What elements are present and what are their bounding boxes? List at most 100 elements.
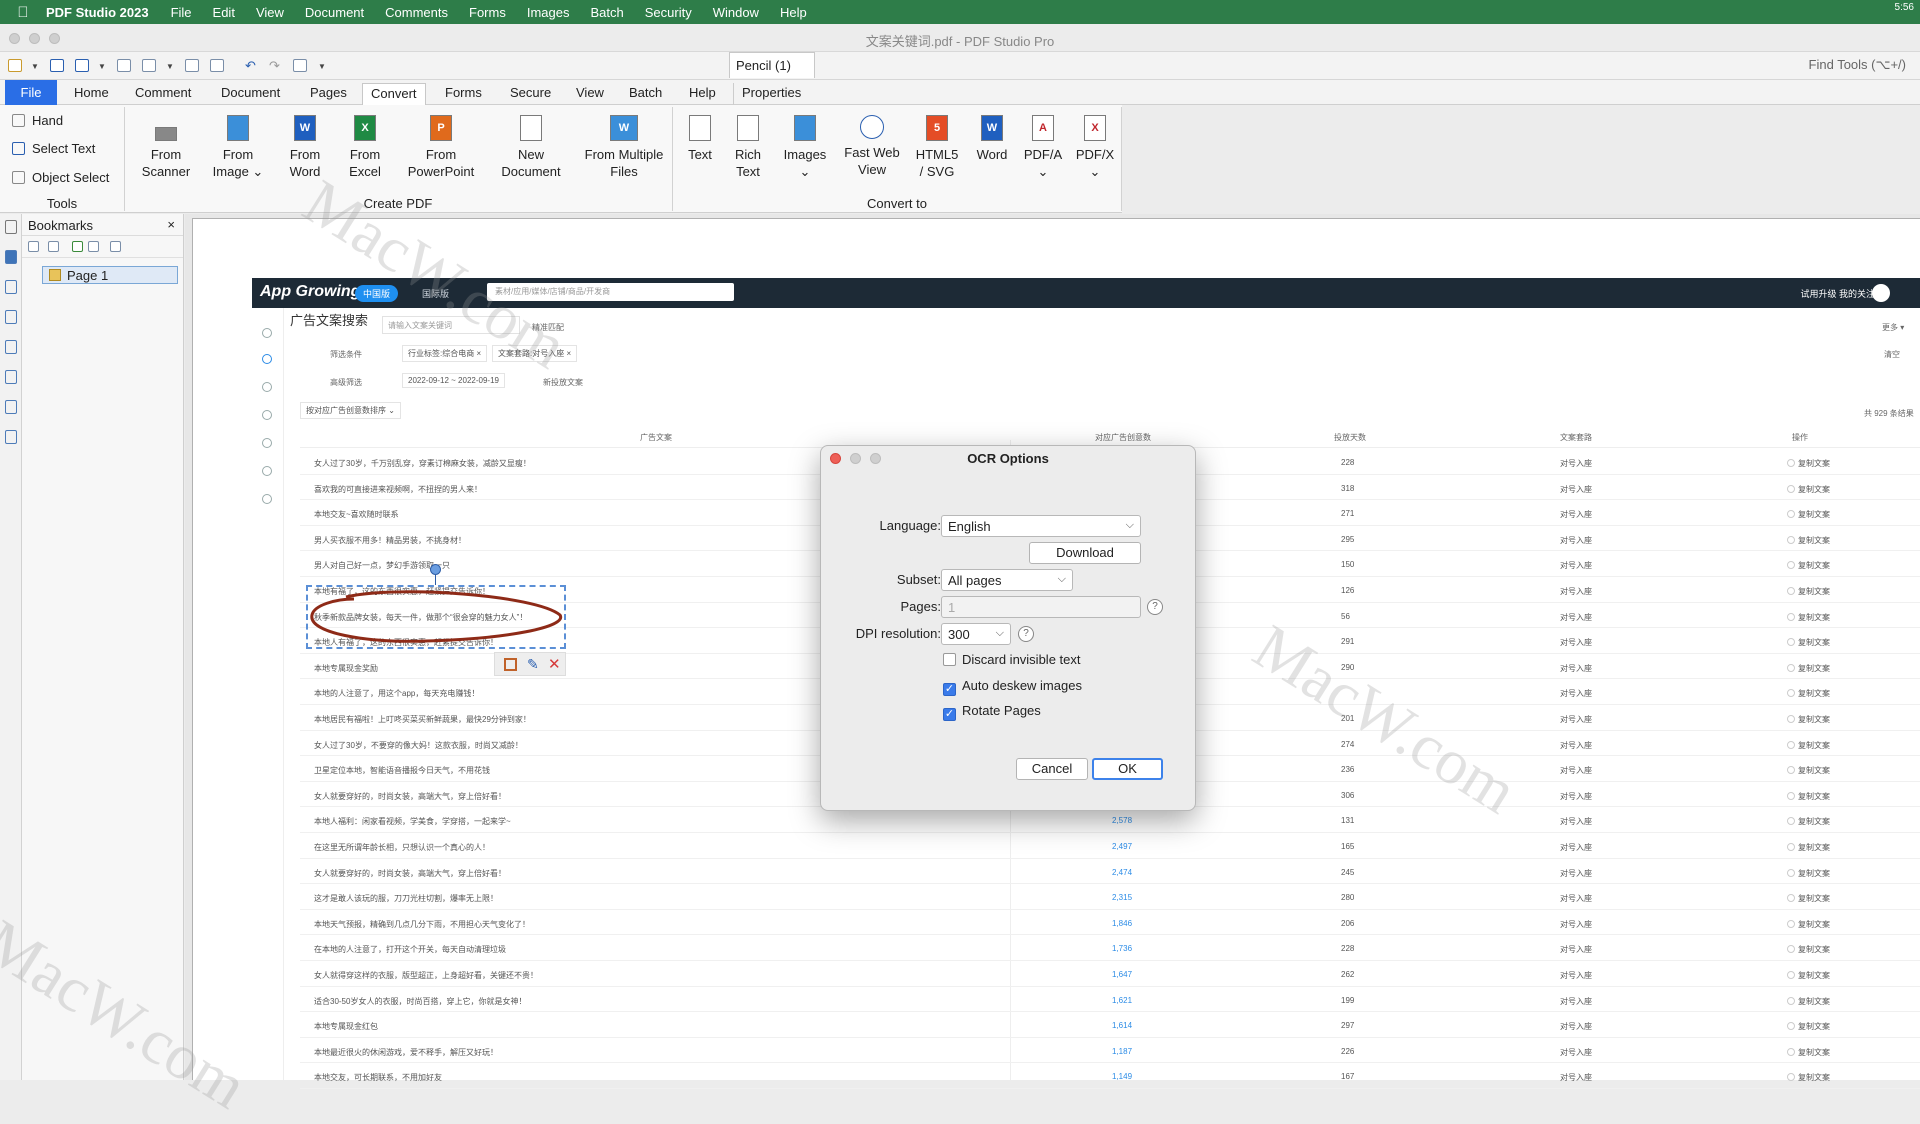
copy-button[interactable]: 复制文案 bbox=[1787, 893, 1830, 904]
from-scanner-button[interactable]: From Scanner bbox=[136, 115, 196, 180]
menu-forms[interactable]: Forms bbox=[469, 5, 506, 20]
add-bookmark-icon[interactable] bbox=[72, 241, 83, 252]
email-icon[interactable] bbox=[210, 59, 224, 72]
copy-button[interactable]: 复制文案 bbox=[1787, 663, 1830, 674]
open-icon[interactable] bbox=[8, 59, 22, 72]
copy-button[interactable]: 复制文案 bbox=[1787, 637, 1830, 648]
from-powerpoint-button[interactable]: P From PowerPoint bbox=[402, 115, 480, 180]
apple-menu-icon[interactable]:  bbox=[0, 4, 46, 21]
copy-button[interactable]: 复制文案 bbox=[1787, 714, 1830, 725]
style-icon[interactable] bbox=[504, 658, 517, 671]
comments-panel-icon[interactable] bbox=[5, 370, 17, 384]
dpi-select[interactable]: 300 ⌵ bbox=[941, 623, 1011, 645]
save-as-icon[interactable] bbox=[75, 59, 89, 72]
save-icon[interactable] bbox=[50, 59, 64, 72]
convert-images-button[interactable]: Images ⌄ bbox=[780, 115, 830, 180]
find-tools-search[interactable]: Find Tools (⌥+/) bbox=[1809, 57, 1906, 73]
from-excel-button[interactable]: X From Excel bbox=[340, 115, 390, 180]
chevron-down-icon[interactable]: ▼ bbox=[98, 62, 106, 71]
copy-button[interactable]: 复制文案 bbox=[1787, 1021, 1830, 1032]
menu-images[interactable]: Images bbox=[527, 5, 570, 20]
menu-file[interactable]: File bbox=[171, 5, 192, 20]
redo-icon[interactable]: ↷ bbox=[269, 58, 280, 74]
menu-document[interactable]: Document bbox=[305, 5, 364, 20]
bookmark-item-page-1[interactable]: Page 1 bbox=[42, 266, 178, 284]
chevron-down-icon[interactable]: ▼ bbox=[166, 62, 174, 71]
tab-home[interactable]: Home bbox=[66, 83, 117, 105]
attachments-panel-icon[interactable] bbox=[5, 310, 17, 324]
copy-button[interactable]: 复制文案 bbox=[1787, 740, 1830, 751]
help-icon[interactable]: ? bbox=[1147, 599, 1163, 615]
convert-rich-text-button[interactable]: Rich Text bbox=[728, 115, 768, 180]
tab-secure[interactable]: Secure bbox=[502, 83, 559, 105]
download-button[interactable]: Download bbox=[1029, 542, 1141, 564]
menu-help[interactable]: Help bbox=[780, 5, 807, 20]
copy-button[interactable]: 复制文案 bbox=[1787, 612, 1830, 623]
expand-all-icon[interactable] bbox=[28, 241, 39, 252]
rotate-handle[interactable] bbox=[430, 564, 441, 575]
from-multiple-files-button[interactable]: W From Multiple Files bbox=[578, 115, 670, 180]
checkbox-box[interactable]: ✓ bbox=[943, 708, 956, 721]
fields-panel-icon[interactable] bbox=[5, 400, 17, 414]
copy-button[interactable]: 复制文案 bbox=[1787, 944, 1830, 955]
menu-edit[interactable]: Edit bbox=[213, 5, 235, 20]
tab-document[interactable]: Document bbox=[213, 83, 288, 105]
copy-button[interactable]: 复制文案 bbox=[1787, 560, 1830, 571]
tags-panel-icon[interactable] bbox=[5, 430, 17, 444]
pages-panel-icon[interactable] bbox=[5, 220, 17, 234]
tab-comment[interactable]: Comment bbox=[127, 83, 199, 105]
from-image-button[interactable]: From Image ⌄ bbox=[208, 115, 268, 180]
tab-help[interactable]: Help bbox=[681, 83, 724, 105]
chevron-down-icon[interactable]: ▼ bbox=[31, 62, 39, 71]
copy-button[interactable]: 复制文案 bbox=[1787, 868, 1830, 879]
cancel-button[interactable]: Cancel bbox=[1016, 758, 1088, 780]
ok-button[interactable]: OK bbox=[1092, 758, 1163, 780]
delete-icon[interactable] bbox=[88, 241, 99, 252]
delete-icon[interactable]: ✕ bbox=[548, 655, 561, 673]
collapse-all-icon[interactable] bbox=[48, 241, 59, 252]
tab-properties[interactable]: Properties bbox=[733, 83, 809, 105]
help-icon[interactable]: ? bbox=[1018, 626, 1034, 642]
discard-invisible-text-checkbox[interactable]: Discard invisible text bbox=[943, 652, 1081, 667]
copy-button[interactable]: 复制文案 bbox=[1787, 919, 1830, 930]
tab-file[interactable]: File bbox=[5, 80, 57, 105]
hand-tool[interactable]: Hand bbox=[12, 113, 63, 128]
menu-window[interactable]: Window bbox=[713, 5, 759, 20]
auto-deskew-checkbox[interactable]: ✓ Auto deskew images bbox=[943, 678, 1082, 696]
menu-comments[interactable]: Comments bbox=[385, 5, 448, 20]
checkbox-box[interactable] bbox=[943, 653, 956, 666]
edit-icon[interactable]: ✎ bbox=[527, 656, 539, 673]
copy-button[interactable]: 复制文案 bbox=[1787, 586, 1830, 597]
checkbox-box[interactable]: ✓ bbox=[943, 683, 956, 696]
new-document-button[interactable]: New Document bbox=[494, 115, 568, 180]
print-preview-icon[interactable] bbox=[117, 59, 131, 72]
copy-button[interactable]: 复制文案 bbox=[1787, 996, 1830, 1007]
from-word-button[interactable]: W From Word bbox=[280, 115, 330, 180]
pencil-annotation-selection[interactable] bbox=[306, 585, 566, 649]
menu-security[interactable]: Security bbox=[645, 5, 692, 20]
copy-button[interactable]: 复制文案 bbox=[1787, 458, 1830, 469]
pdf-a-button[interactable]: A PDF/A ⌄ bbox=[1020, 115, 1066, 180]
tab-batch[interactable]: Batch bbox=[621, 83, 670, 105]
menu-view[interactable]: View bbox=[256, 5, 284, 20]
pdf-x-button[interactable]: X PDF/X ⌄ bbox=[1072, 115, 1118, 180]
copy-button[interactable]: 复制文案 bbox=[1787, 816, 1830, 827]
menu-batch[interactable]: Batch bbox=[590, 5, 623, 20]
tab-forms[interactable]: Forms bbox=[437, 83, 490, 105]
copy-button[interactable]: 复制文案 bbox=[1787, 1047, 1830, 1058]
convert-text-button[interactable]: Text bbox=[682, 115, 718, 163]
subset-select[interactable]: All pages ⌵ bbox=[941, 569, 1073, 591]
properties-icon[interactable] bbox=[110, 241, 121, 252]
copy-button[interactable]: 复制文案 bbox=[1787, 688, 1830, 699]
zoom-icon[interactable] bbox=[293, 59, 307, 72]
tab-convert[interactable]: Convert bbox=[362, 83, 426, 105]
tab-view[interactable]: View bbox=[568, 83, 612, 105]
scan-icon[interactable] bbox=[185, 59, 199, 72]
pages-input[interactable]: 1 bbox=[941, 596, 1141, 618]
destinations-panel-icon[interactable] bbox=[5, 280, 17, 294]
object-select-tool[interactable]: Object Select bbox=[12, 170, 109, 185]
copy-button[interactable]: 复制文案 bbox=[1787, 509, 1830, 520]
tab-pencil-context[interactable]: Pencil (1) bbox=[729, 52, 815, 78]
chevron-down-icon[interactable]: ▼ bbox=[318, 62, 326, 71]
rotate-pages-checkbox[interactable]: ✓ Rotate Pages bbox=[943, 703, 1041, 721]
